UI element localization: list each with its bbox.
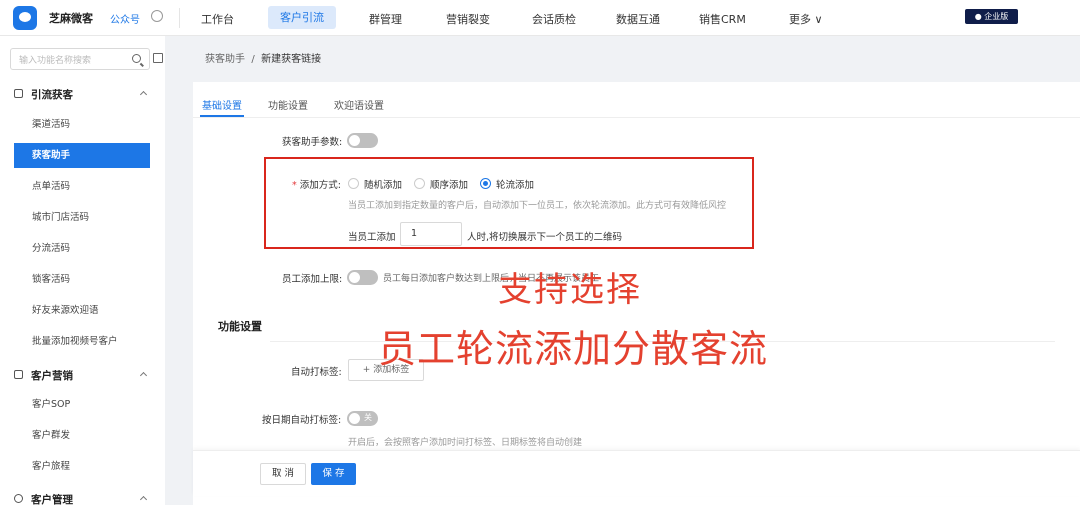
param-label: 获客助手参数: [282, 137, 343, 148]
sidebar-item-order-qrcode[interactable]: 点单活码 [14, 174, 150, 199]
search-placeholder: 输入功能名称搜索 [19, 56, 92, 66]
nav-more[interactable]: 更多 ∨ [789, 11, 823, 27]
app-logo-icon [13, 6, 37, 30]
nav-divider [179, 8, 180, 28]
nav-marketing-fission[interactable]: 营销裂变 [446, 11, 490, 27]
cancel-button[interactable]: 取 消 [260, 463, 306, 485]
sidebar-group-acquisition[interactable]: 引流获客 [31, 87, 73, 102]
param-toggle[interactable] [347, 133, 378, 148]
brand-name: 芝麻微客 [49, 12, 93, 25]
sidebar-item-acquisition-assistant[interactable]: 获客助手 [14, 143, 150, 168]
switch-count-value: 1 [411, 228, 418, 239]
add-mode-label: * 添加方式: [292, 180, 341, 191]
switch-prefix: 当员工添加 [348, 232, 396, 243]
add-mode-hint: 当员工添加到指定数量的客户后，自动添加下一位员工，依次轮流添加。此方式可有效降低… [348, 201, 727, 211]
tab-welcome-settings[interactable]: 欢迎语设置 [334, 97, 384, 112]
sidebar-item-batch-add-video[interactable]: 批量添加视频号客户 [14, 329, 150, 354]
sidebar-group-marketing[interactable]: 客户营销 [31, 368, 73, 383]
sidebar-item-customer-broadcast[interactable]: 客户群发 [14, 423, 150, 448]
search-input[interactable]: 输入功能名称搜索 [10, 48, 150, 70]
sidebar-item-lock-qrcode[interactable]: 锁客活码 [14, 267, 150, 292]
enterprise-badge[interactable]: ● 企业版 [965, 9, 1018, 24]
limit-toggle[interactable] [347, 270, 378, 285]
overlay-annotation-line2: 员工轮流添加分散客流 [378, 327, 769, 371]
save-button[interactable]: 保 存 [311, 463, 356, 485]
chevron-up-icon[interactable] [139, 371, 148, 380]
date-tag-toggle-text: 关 [364, 413, 372, 422]
customer-icon [14, 494, 23, 503]
add-mode-label-text: 添加方式: [299, 180, 341, 191]
tab-basic-settings[interactable]: 基础设置 [202, 97, 242, 112]
enterprise-badge-label: 企业版 [984, 12, 1009, 21]
document-icon [14, 370, 23, 379]
sidebar-item-store-qrcode[interactable]: 城市门店活码 [14, 205, 150, 230]
sidebar: 输入功能名称搜索 引流获客 渠道活码 获客助手 点单活码 城市门店活码 分流活码… [0, 36, 165, 505]
limit-label: 员工添加上限: [282, 274, 343, 285]
nav-data-interop[interactable]: 数据互通 [616, 11, 660, 27]
chevron-up-icon[interactable] [139, 495, 148, 504]
section-title-function: 功能设置 [218, 320, 262, 333]
sidebar-group-management[interactable]: 客户管理 [31, 492, 73, 505]
date-tag-label: 按日期自动打标签: [262, 415, 342, 426]
chevron-up-icon[interactable] [139, 90, 148, 99]
date-tag-hint: 开启后，会按照客户添加时间打标签、日期标签将自动创建 [348, 438, 583, 448]
tab-active-indicator [200, 115, 244, 117]
auto-tag-label: 自动打标签: [291, 367, 342, 378]
nav-session-inspection[interactable]: 会话质检 [532, 11, 576, 27]
nav-workbench[interactable]: 工作台 [201, 11, 234, 27]
radio-random[interactable] [348, 178, 359, 189]
radio-sequential[interactable] [414, 178, 425, 189]
search-icon[interactable] [132, 54, 141, 63]
sidebar-item-customer-journey[interactable]: 客户旅程 [14, 454, 150, 479]
radio-round-robin-label[interactable]: 轮流添加 [496, 177, 534, 191]
collapse-sidebar-icon[interactable] [153, 53, 163, 63]
date-tag-toggle[interactable]: 关 [347, 411, 378, 426]
tab-function-settings[interactable]: 功能设置 [268, 97, 308, 112]
sidebar-item-split-qrcode[interactable]: 分流活码 [14, 236, 150, 261]
nav-customer-acquisition[interactable]: 客户引流 [268, 6, 336, 29]
sidebar-item-welcome-message[interactable]: 好友来源欢迎语 [14, 298, 150, 323]
top-nav-bar: 芝麻微客 公众号 工作台 客户引流 群管理 营销裂变 会话质检 数据互通 销售C… [0, 0, 1080, 36]
radio-sequential-label[interactable]: 顺序添加 [430, 177, 468, 191]
radio-round-robin[interactable] [480, 178, 491, 189]
breadcrumb-current: 新建获客链接 [261, 54, 322, 65]
switch-count-input[interactable]: 1 [400, 222, 462, 246]
sidebar-item-customer-sop[interactable]: 客户SOP [14, 392, 150, 417]
gzh-link[interactable]: 公众号 [110, 11, 140, 26]
theme-toggle-icon[interactable] [151, 10, 163, 22]
switch-suffix: 人时,将切换展示下一个员工的二维码 [467, 232, 623, 243]
nav-sales-crm[interactable]: 销售CRM [699, 11, 746, 27]
breadcrumb-parent[interactable]: 获客助手 [205, 54, 245, 65]
radio-random-label[interactable]: 随机添加 [364, 177, 402, 191]
sidebar-item-channel-qrcode[interactable]: 渠道活码 [14, 112, 150, 137]
nav-group-management[interactable]: 群管理 [369, 11, 402, 27]
breadcrumb-separator: / [251, 54, 255, 65]
tab-divider [193, 117, 1080, 118]
user-icon [14, 89, 23, 98]
overlay-annotation-line1: 支持选择 [498, 270, 642, 310]
breadcrumb: 获客助手 / 新建获客链接 [205, 50, 321, 65]
